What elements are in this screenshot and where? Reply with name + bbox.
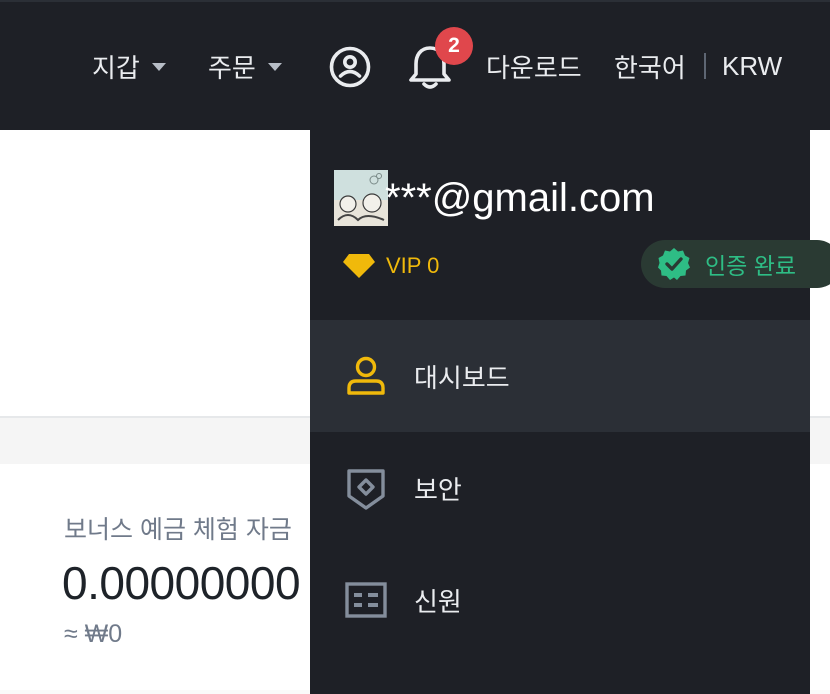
vip-level[interactable]: VIP 0	[342, 250, 439, 282]
verification-status-badge: 인증 완료	[641, 240, 830, 288]
notification-count-badge: 2	[435, 27, 473, 65]
bonus-label: 보너스 예금 체험 자금	[64, 516, 292, 544]
vip-label: VIP 0	[386, 253, 440, 278]
avatar	[334, 170, 388, 226]
chevron-down-icon	[151, 63, 166, 71]
currency-selector[interactable]: KRW	[722, 44, 782, 88]
chevron-down-icon	[267, 63, 282, 71]
menu-item-label: 보안	[414, 474, 462, 505]
verified-label: 인증 완료	[705, 253, 797, 279]
diamond-icon	[343, 254, 375, 278]
wallet-label: 지갑	[92, 52, 140, 83]
menu-item-label: 신원	[414, 586, 462, 617]
menu-item-identity[interactable]: 신원	[310, 544, 810, 656]
id-card-icon	[345, 582, 387, 618]
user-icon	[347, 356, 385, 395]
menu-item-dashboard[interactable]: 대시보드	[310, 320, 810, 432]
verified-check-icon	[658, 248, 690, 280]
bonus-approx-value: ≈ ₩0	[64, 620, 123, 648]
shield-icon	[347, 469, 385, 510]
menu-item-label: 대시보드	[414, 362, 510, 393]
profile-icon[interactable]	[328, 45, 372, 89]
account-email: ***@gmail.com	[385, 176, 655, 220]
language-selector[interactable]: 한국어	[614, 44, 686, 88]
menu-item-security[interactable]: 보안	[310, 432, 810, 544]
wallet-menu[interactable]: 지갑	[92, 44, 166, 88]
bonus-value: 0.00000000	[62, 557, 301, 609]
nav-divider	[704, 53, 706, 79]
orders-menu[interactable]: 주문	[208, 44, 282, 88]
orders-label: 주문	[208, 52, 256, 83]
download-link[interactable]: 다운로드	[486, 44, 582, 88]
